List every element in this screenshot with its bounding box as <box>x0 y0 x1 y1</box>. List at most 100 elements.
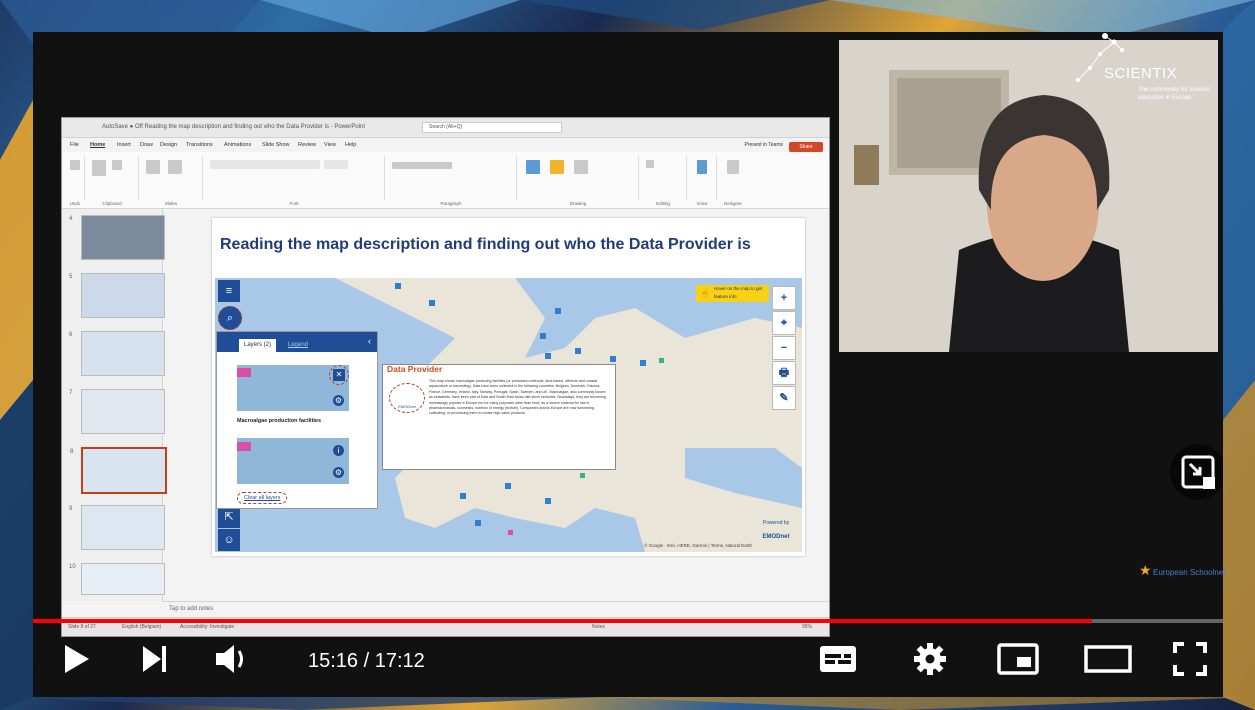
fullscreen-button[interactable] <box>1166 637 1214 681</box>
print-button[interactable]: 🖶 <box>772 361 796 385</box>
ribbon-group-undo: Undo <box>66 156 85 206</box>
data-provider-title: Data Provider <box>387 364 443 374</box>
ribbon-group-label: Clipboard <box>102 201 122 206</box>
slide-number: 5 <box>69 274 73 280</box>
slide-canvas[interactable]: Reading the map description and finding … <box>212 218 805 556</box>
miniplayer-icon <box>997 643 1039 675</box>
layer-panel-header: Layers (2) Legend ‹ <box>217 332 377 352</box>
theater-icon <box>1084 645 1132 673</box>
tab-legend[interactable]: Legend <box>283 339 313 352</box>
emodnet-map[interactable]: ≡ ⌕ ⇱ ☺ Layers (2) Legend ‹ ✕ ⚙ Macroalg… <box>215 278 802 552</box>
ribbon-group-label: Designer <box>723 201 742 206</box>
gear-icon[interactable]: ⚙ <box>333 395 344 406</box>
ribbon-group-voice: Voice <box>688 156 717 206</box>
tab-insert[interactable]: Insert <box>117 142 131 148</box>
font-size-box[interactable] <box>324 160 348 169</box>
ribbon-group-label: Voice <box>696 201 708 206</box>
find-icon[interactable] <box>646 160 654 168</box>
close-icon: ✕ <box>333 369 345 381</box>
play-button[interactable] <box>53 637 97 681</box>
feedback-smile-icon[interactable]: ☺ <box>218 529 240 551</box>
info-icon[interactable]: i <box>333 445 344 456</box>
tab-draw[interactable]: Draw <box>140 142 153 148</box>
tab-layers[interactable]: Layers (2) <box>239 339 277 352</box>
ppt-search-box[interactable]: Search (Alt+Q) <box>422 122 562 133</box>
minimize-player-button[interactable] <box>1170 444 1223 500</box>
shapes-icon[interactable] <box>526 160 540 174</box>
gear-icon[interactable]: ⚙ <box>333 467 344 478</box>
draw-button[interactable]: ✎ <box>772 386 796 410</box>
tab-review[interactable]: Review <box>298 142 316 148</box>
current-time: 15:16 <box>308 650 359 672</box>
player-controls: 15:16 / 17:12 <box>33 628 1223 694</box>
powered-by-logo: EMODnet <box>762 534 790 540</box>
tab-animations[interactable]: Animations <box>224 142 251 148</box>
ribbon-group-clipboard: Clipboard <box>86 156 139 206</box>
tab-design[interactable]: Design <box>160 142 177 148</box>
font-name-box[interactable] <box>210 160 320 169</box>
locate-button[interactable]: ⌖ <box>772 311 796 335</box>
slide-thumbnail[interactable]: 9 <box>69 505 165 550</box>
miniplayer-button[interactable] <box>993 637 1043 681</box>
settings-button[interactable] <box>905 637 955 681</box>
tab-home[interactable]: Home <box>90 142 105 148</box>
next-button[interactable] <box>131 637 175 681</box>
settings-icon <box>914 643 946 675</box>
slide-thumbnail[interactable]: 10 <box>69 563 165 595</box>
designer-icon[interactable] <box>727 160 739 174</box>
tab-file[interactable]: File <box>70 142 79 148</box>
menu-icon[interactable]: ≡ <box>218 280 240 302</box>
search-icon[interactable]: ⌕ <box>218 306 242 330</box>
notes-pane[interactable]: Tap to add notes <box>162 601 829 618</box>
quick-styles-icon[interactable] <box>574 160 588 174</box>
new-slide-icon[interactable] <box>146 160 160 174</box>
total-time: 17:12 <box>374 650 425 672</box>
scientix-tagline: The community for science education in E… <box>1138 87 1210 101</box>
ribbon-group-label: Slides <box>164 201 178 206</box>
star-icon: ★ <box>1139 562 1152 578</box>
layer-thumbnail <box>237 438 349 484</box>
slide-number: 7 <box>69 390 73 396</box>
zoom-in-button[interactable]: + <box>772 286 796 310</box>
theater-mode-button[interactable] <box>1081 637 1135 681</box>
slide-thumbnail[interactable]: 6 <box>69 331 165 376</box>
ribbon-group-label: Editing <box>656 201 670 206</box>
slide-thumbnail[interactable]: 7 <box>69 389 165 434</box>
present-in-teams-button[interactable]: Present in Teams <box>744 142 783 148</box>
list-icon[interactable] <box>392 162 452 169</box>
share-button[interactable]: Share <box>789 142 823 152</box>
tab-slide-show[interactable]: Slide Show <box>262 142 290 148</box>
dictate-icon[interactable] <box>697 160 707 174</box>
slide-thumbnail-selected[interactable]: 8 <box>70 447 167 494</box>
volume-icon <box>216 645 243 673</box>
share-icon[interactable]: ⇱ <box>218 506 240 528</box>
copy-icon[interactable] <box>112 160 122 170</box>
hover-tip-text: Hover on the map to get feature info <box>714 286 763 299</box>
european-schoolnet-text: European Schoolnet <box>1153 568 1226 577</box>
arrange-icon[interactable] <box>550 160 564 174</box>
emodnet-logo[interactable]: EMODnet <box>389 383 425 413</box>
ppt-ribbon: Undo Clipboard Slides Font Paragraph Dra… <box>62 152 829 209</box>
subtitles-button[interactable] <box>813 637 863 681</box>
tab-help[interactable]: Help <box>345 142 356 148</box>
tab-transitions[interactable]: Transitions <box>186 142 213 148</box>
slide-thumbnail-pane: 4 5 6 7 8 9 10 <box>62 209 167 601</box>
remove-layer-button[interactable]: ✕ <box>329 365 349 385</box>
reuse-slides-icon[interactable] <box>168 160 182 174</box>
video-frame[interactable]: AutoSave ● Off Reading the map descripti… <box>33 32 1223 697</box>
slide-thumbnail[interactable]: 5 <box>69 273 165 318</box>
progress-bar-played[interactable] <box>33 619 1093 623</box>
clear-all-layers-link[interactable]: Clear all layers <box>237 492 288 504</box>
fullscreen-icon <box>1173 642 1207 676</box>
tab-view[interactable]: View <box>324 142 336 148</box>
slide-thumbnail[interactable]: 4 <box>69 215 165 260</box>
scientix-logo: SCIENTIX <box>1104 65 1178 82</box>
paste-icon[interactable] <box>92 160 106 176</box>
emodnet-logo-text: EMODnet <box>398 404 416 409</box>
time-display: 15:16 / 17:12 <box>308 650 425 672</box>
collapse-panel-icon[interactable]: ‹ <box>368 336 371 346</box>
zoom-out-button[interactable]: − <box>772 336 796 360</box>
volume-button[interactable] <box>208 637 258 681</box>
slide-title: Reading the map description and finding … <box>220 236 751 253</box>
undo-icon[interactable] <box>70 160 80 170</box>
